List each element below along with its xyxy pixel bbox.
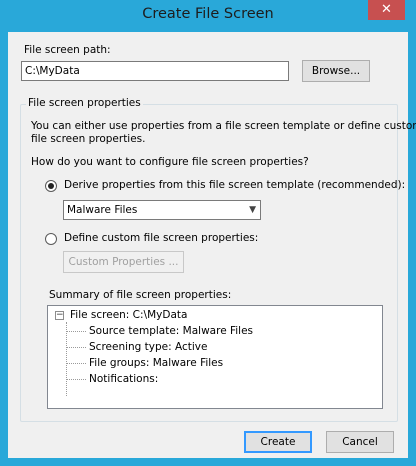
custom-properties-button[interactable]: Custom Properties ... <box>63 251 184 273</box>
tree-item-source-template[interactable]: Source template: Malware Files <box>89 325 253 337</box>
configure-question: How do you want to configure file screen… <box>31 156 309 168</box>
create-button[interactable]: Create <box>244 431 312 453</box>
description-line-2: file screen properties. <box>31 133 146 145</box>
derive-properties-label[interactable]: Derive properties from this file screen … <box>64 179 405 191</box>
window-title: Create File Screen <box>142 6 274 22</box>
tree-connector <box>66 363 86 364</box>
tree-root-item[interactable]: File screen: C:\MyData <box>70 309 187 321</box>
tree-connector <box>66 347 86 348</box>
close-icon: ✕ <box>381 2 392 17</box>
collapse-icon[interactable]: − <box>55 311 64 320</box>
browse-button[interactable]: Browse... <box>302 60 370 82</box>
close-button[interactable]: ✕ <box>368 0 405 20</box>
radio-selected-dot <box>48 183 54 189</box>
template-dropdown[interactable]: Malware Files ▼ <box>63 200 261 220</box>
file-screen-path-label: File screen path: <box>24 44 111 56</box>
derive-properties-radio[interactable] <box>45 180 57 192</box>
custom-properties-label[interactable]: Define custom file screen properties: <box>64 232 258 244</box>
tree-connector <box>66 379 86 380</box>
tree-item-file-groups[interactable]: File groups: Malware Files <box>89 357 223 369</box>
cancel-button[interactable]: Cancel <box>326 431 394 453</box>
custom-properties-radio[interactable] <box>45 233 57 245</box>
tree-connector-vertical <box>66 322 67 396</box>
dialog-body: File screen path: C:\MyData Browse... Fi… <box>8 32 416 458</box>
file-screen-path-input[interactable]: C:\MyData <box>21 61 289 81</box>
description-line-1: You can either use properties from a fil… <box>31 120 416 132</box>
tree-item-screening-type[interactable]: Screening type: Active <box>89 341 207 353</box>
tree-item-notifications[interactable]: Notifications: <box>89 373 158 385</box>
summary-tree[interactable]: − File screen: C:\MyData Source template… <box>47 305 383 409</box>
group-title: File screen properties <box>26 97 143 109</box>
template-dropdown-value: Malware Files <box>67 204 138 216</box>
tree-connector <box>66 331 86 332</box>
summary-label: Summary of file screen properties: <box>49 289 232 301</box>
chevron-down-icon: ▼ <box>249 205 256 215</box>
